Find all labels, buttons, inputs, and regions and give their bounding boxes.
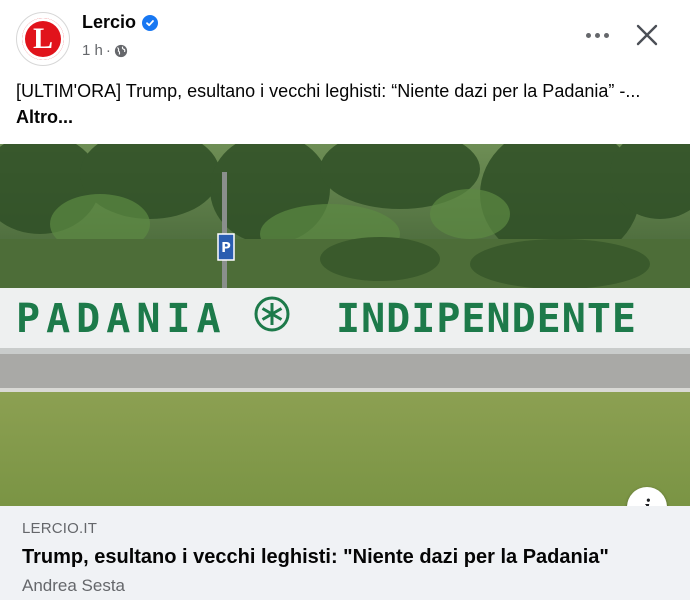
parking-sign-letter: P xyxy=(221,241,231,256)
padania-wall-photo: P PADANIA INDIPENDENTE xyxy=(0,144,690,506)
link-author: Andrea Sesta xyxy=(22,576,126,595)
post-image[interactable]: P PADANIA INDIPENDENTE i xyxy=(0,144,690,506)
meta-separator: · xyxy=(105,42,111,59)
more-options-icon xyxy=(584,32,611,38)
post-message: [ULTIM'ORA] Trump, esultano i vecchi leg… xyxy=(16,81,641,101)
post-header: L Lercio 1 h · xyxy=(0,0,690,72)
link-domain: LERCIO.IT xyxy=(22,520,98,537)
post-meta: 1 h · xyxy=(82,42,128,59)
link-preview[interactable]: LERCIO.IT Trump, esultano i vecchi leghi… xyxy=(0,506,690,600)
lercio-logo: L xyxy=(22,18,64,60)
verified-badge-icon xyxy=(142,14,159,31)
close-icon xyxy=(636,24,658,46)
see-more-link[interactable]: Altro... xyxy=(16,107,73,127)
globe-icon[interactable] xyxy=(114,44,128,58)
page-avatar[interactable]: L xyxy=(16,12,70,66)
post-time[interactable]: 1 h xyxy=(82,42,103,59)
post-text: [ULTIM'ORA] Trump, esultano i vecchi leg… xyxy=(16,78,676,130)
link-title[interactable]: Trump, esultano i vecchi leghisti: "Nien… xyxy=(22,546,609,569)
wall-text-left: PADANIA xyxy=(16,296,227,342)
close-button[interactable] xyxy=(630,18,664,52)
more-options-button[interactable] xyxy=(580,20,614,50)
wall-text-right: INDIPENDENTE xyxy=(336,296,637,342)
page-name[interactable]: Lercio xyxy=(82,12,136,33)
page-name-link[interactable]: Lercio xyxy=(82,12,159,33)
info-icon: i xyxy=(644,494,650,506)
